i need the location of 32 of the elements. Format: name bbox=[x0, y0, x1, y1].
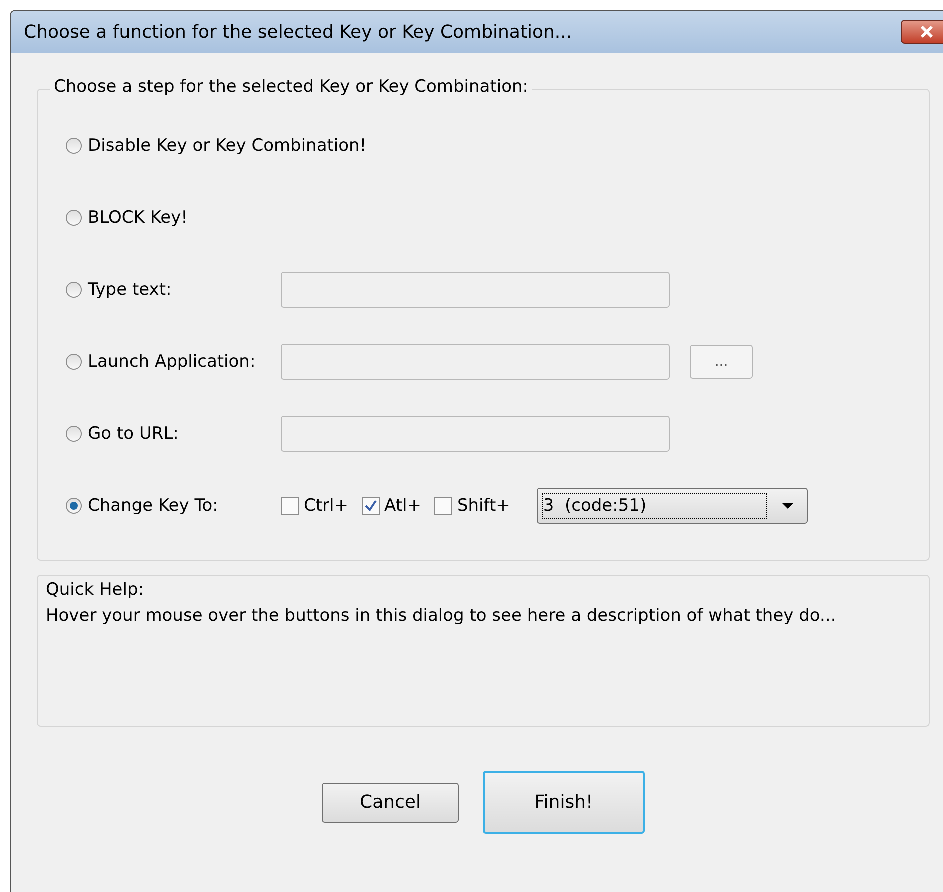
input-field[interactable] bbox=[281, 344, 670, 380]
help-text: Hover your mouse over the buttons in this dialog to see here a description of what they do... bbox=[46, 606, 838, 626]
window-title: Choose a function for the selected Key or Key Combination... bbox=[24, 22, 572, 42]
key-dropdown[interactable]: 3 (code:51) bbox=[537, 488, 808, 524]
close-button[interactable] bbox=[901, 20, 943, 44]
option-label[interactable]: Disable Key or Key Combination! bbox=[88, 136, 367, 156]
radio-button[interactable] bbox=[66, 282, 82, 298]
radio-button[interactable] bbox=[66, 426, 82, 442]
dialog-button[interactable]: Finish! bbox=[483, 771, 645, 834]
option-label[interactable]: Launch Application: bbox=[88, 352, 281, 372]
radio-button[interactable] bbox=[66, 498, 82, 514]
option-label[interactable]: Go to URL: bbox=[88, 424, 281, 444]
checkbox-label[interactable]: Atl+ bbox=[384, 496, 422, 516]
close-icon bbox=[919, 25, 935, 39]
radio-button[interactable] bbox=[66, 138, 82, 154]
option-label[interactable]: BLOCK Key! bbox=[88, 208, 281, 228]
dropdown-arrow-icon bbox=[781, 502, 796, 510]
checkbox[interactable] bbox=[362, 497, 380, 515]
checkbox-label[interactable]: Ctrl+ bbox=[304, 496, 348, 516]
checkbox[interactable] bbox=[281, 497, 299, 515]
input-field[interactable] bbox=[281, 416, 670, 452]
radio-button[interactable] bbox=[66, 210, 82, 226]
help-title: Quick Help: bbox=[46, 580, 145, 600]
checkbox[interactable] bbox=[434, 497, 452, 515]
input-field[interactable] bbox=[281, 272, 670, 308]
checkbox-label[interactable]: Shift+ bbox=[457, 496, 510, 516]
option-label[interactable]: Type text: bbox=[88, 280, 281, 300]
radio-button[interactable] bbox=[66, 354, 82, 370]
dialog-button[interactable]: Cancel bbox=[322, 782, 459, 822]
browse-button[interactable]: ... bbox=[690, 345, 753, 379]
group-title: Choose a step for the selected Key or Key Combination: bbox=[50, 77, 532, 97]
option-label[interactable]: Change Key To: bbox=[88, 496, 281, 516]
